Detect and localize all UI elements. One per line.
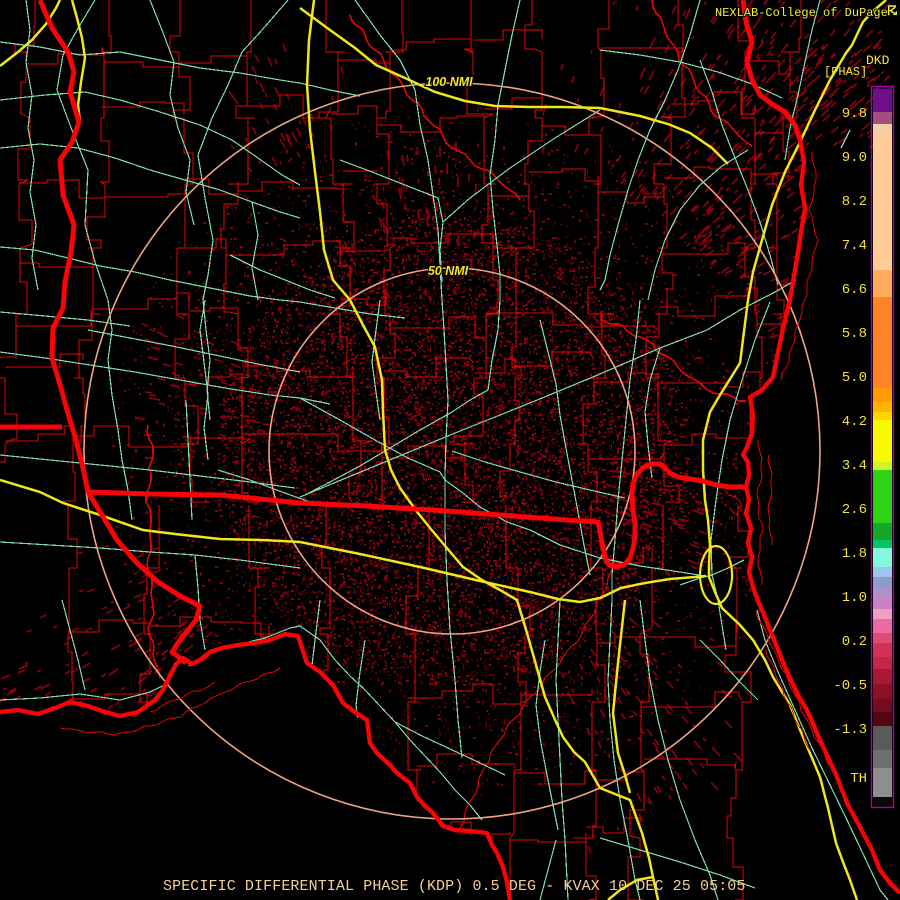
svg-text:TH: TH [850,771,867,787]
svg-text:3.4: 3.4 [842,458,867,474]
svg-text:9.0: 9.0 [842,150,867,166]
svg-text:8.2: 8.2 [842,194,867,210]
svg-text:0.2: 0.2 [842,634,867,650]
svg-text:DKD: DKD [866,53,890,68]
svg-text:NEXLAB-College of DuPage: NEXLAB-College of DuPage [715,6,888,20]
svg-text:1.8: 1.8 [842,546,867,562]
svg-text:5.0: 5.0 [842,370,867,386]
svg-text:6.6: 6.6 [842,282,867,298]
svg-text:50 NMI: 50 NMI [428,264,469,278]
svg-text:100 NMI: 100 NMI [425,75,473,89]
svg-text:-1.3: -1.3 [833,722,867,738]
svg-text:4.2: 4.2 [842,414,867,430]
svg-text:-0.5: -0.5 [833,678,867,694]
svg-text:[PHAS]: [PHAS] [824,65,867,79]
svg-text:5.8: 5.8 [842,326,867,342]
svg-text:7.4: 7.4 [842,238,867,254]
svg-text:SPECIFIC DIFFERENTIAL PHASE (K: SPECIFIC DIFFERENTIAL PHASE (KDP) 0.5 DE… [163,878,746,895]
svg-text:1.0: 1.0 [842,590,867,606]
svg-text:2.6: 2.6 [842,502,867,518]
svg-text:9.8: 9.8 [842,106,867,122]
